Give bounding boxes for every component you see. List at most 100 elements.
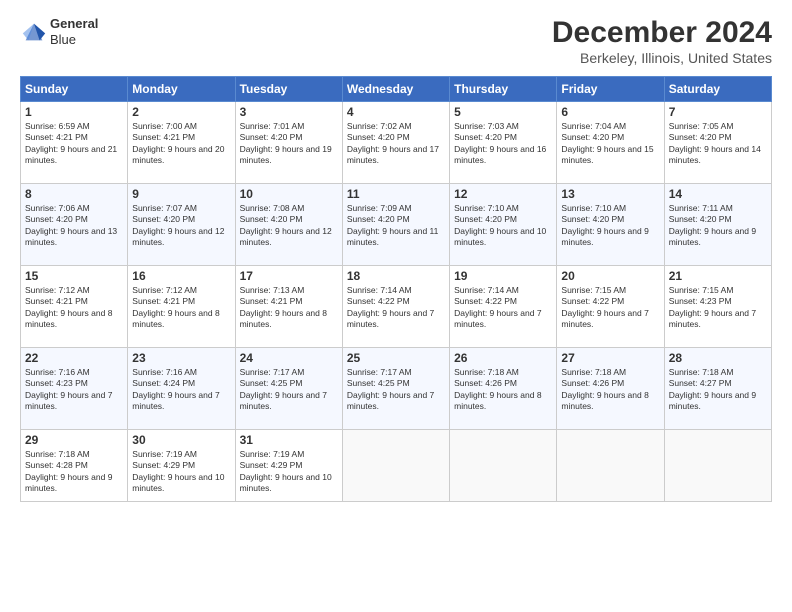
day-info: Sunrise: 7:02 AM Sunset: 4:20 PM Dayligh… <box>347 121 445 167</box>
day-number: 3 <box>240 105 338 119</box>
day-number: 6 <box>561 105 659 119</box>
table-row: 9 Sunrise: 7:07 AM Sunset: 4:20 PM Dayli… <box>128 184 235 266</box>
day-info: Sunrise: 7:06 AM Sunset: 4:20 PM Dayligh… <box>25 203 123 249</box>
table-row: 13 Sunrise: 7:10 AM Sunset: 4:20 PM Dayl… <box>557 184 664 266</box>
table-row: 22 Sunrise: 7:16 AM Sunset: 4:23 PM Dayl… <box>21 348 128 430</box>
day-info: Sunrise: 7:19 AM Sunset: 4:29 PM Dayligh… <box>240 449 338 495</box>
table-row: 21 Sunrise: 7:15 AM Sunset: 4:23 PM Dayl… <box>664 266 771 348</box>
logo-icon <box>20 18 48 46</box>
table-row: 26 Sunrise: 7:18 AM Sunset: 4:26 PM Dayl… <box>450 348 557 430</box>
page: General Blue December 2024 Berkeley, Ill… <box>0 0 792 612</box>
day-info: Sunrise: 7:18 AM Sunset: 4:27 PM Dayligh… <box>669 367 767 413</box>
table-row: 7 Sunrise: 7:05 AM Sunset: 4:20 PM Dayli… <box>664 102 771 184</box>
day-number: 4 <box>347 105 445 119</box>
col-tuesday: Tuesday <box>235 77 342 102</box>
table-row: 23 Sunrise: 7:16 AM Sunset: 4:24 PM Dayl… <box>128 348 235 430</box>
day-number: 10 <box>240 187 338 201</box>
day-number: 23 <box>132 351 230 365</box>
day-number: 19 <box>454 269 552 283</box>
col-wednesday: Wednesday <box>342 77 449 102</box>
day-number: 9 <box>132 187 230 201</box>
col-thursday: Thursday <box>450 77 557 102</box>
table-row: 2 Sunrise: 7:00 AM Sunset: 4:21 PM Dayli… <box>128 102 235 184</box>
title-block: December 2024 Berkeley, Illinois, United… <box>552 16 772 66</box>
table-row: 29 Sunrise: 7:18 AM Sunset: 4:28 PM Dayl… <box>21 430 128 502</box>
day-info: Sunrise: 7:18 AM Sunset: 4:28 PM Dayligh… <box>25 449 123 495</box>
day-number: 21 <box>669 269 767 283</box>
day-number: 31 <box>240 433 338 447</box>
day-info: Sunrise: 7:19 AM Sunset: 4:29 PM Dayligh… <box>132 449 230 495</box>
table-row: 12 Sunrise: 7:10 AM Sunset: 4:20 PM Dayl… <box>450 184 557 266</box>
day-number: 11 <box>347 187 445 201</box>
day-info: Sunrise: 7:10 AM Sunset: 4:20 PM Dayligh… <box>454 203 552 249</box>
day-info: Sunrise: 7:05 AM Sunset: 4:20 PM Dayligh… <box>669 121 767 167</box>
day-info: Sunrise: 7:13 AM Sunset: 4:21 PM Dayligh… <box>240 285 338 331</box>
day-number: 24 <box>240 351 338 365</box>
day-info: Sunrise: 7:10 AM Sunset: 4:20 PM Dayligh… <box>561 203 659 249</box>
day-info: Sunrise: 7:01 AM Sunset: 4:20 PM Dayligh… <box>240 121 338 167</box>
subtitle: Berkeley, Illinois, United States <box>552 50 772 66</box>
day-info: Sunrise: 7:18 AM Sunset: 4:26 PM Dayligh… <box>561 367 659 413</box>
table-row: 1 Sunrise: 6:59 AM Sunset: 4:21 PM Dayli… <box>21 102 128 184</box>
day-info: Sunrise: 6:59 AM Sunset: 4:21 PM Dayligh… <box>25 121 123 167</box>
day-number: 17 <box>240 269 338 283</box>
day-info: Sunrise: 7:12 AM Sunset: 4:21 PM Dayligh… <box>25 285 123 331</box>
day-number: 22 <box>25 351 123 365</box>
calendar-table: Sunday Monday Tuesday Wednesday Thursday… <box>20 76 772 502</box>
logo-blue: Blue <box>50 32 76 47</box>
day-info: Sunrise: 7:03 AM Sunset: 4:20 PM Dayligh… <box>454 121 552 167</box>
col-sunday: Sunday <box>21 77 128 102</box>
day-info: Sunrise: 7:15 AM Sunset: 4:22 PM Dayligh… <box>561 285 659 331</box>
table-row <box>342 430 449 502</box>
table-row: 30 Sunrise: 7:19 AM Sunset: 4:29 PM Dayl… <box>128 430 235 502</box>
table-row: 17 Sunrise: 7:13 AM Sunset: 4:21 PM Dayl… <box>235 266 342 348</box>
table-row <box>450 430 557 502</box>
table-row: 14 Sunrise: 7:11 AM Sunset: 4:20 PM Dayl… <box>664 184 771 266</box>
day-info: Sunrise: 7:14 AM Sunset: 4:22 PM Dayligh… <box>454 285 552 331</box>
day-number: 8 <box>25 187 123 201</box>
day-number: 30 <box>132 433 230 447</box>
day-number: 20 <box>561 269 659 283</box>
table-row: 6 Sunrise: 7:04 AM Sunset: 4:20 PM Dayli… <box>557 102 664 184</box>
day-info: Sunrise: 7:11 AM Sunset: 4:20 PM Dayligh… <box>669 203 767 249</box>
table-row: 27 Sunrise: 7:18 AM Sunset: 4:26 PM Dayl… <box>557 348 664 430</box>
day-info: Sunrise: 7:08 AM Sunset: 4:20 PM Dayligh… <box>240 203 338 249</box>
day-info: Sunrise: 7:15 AM Sunset: 4:23 PM Dayligh… <box>669 285 767 331</box>
header: General Blue December 2024 Berkeley, Ill… <box>20 16 772 66</box>
day-number: 14 <box>669 187 767 201</box>
day-info: Sunrise: 7:00 AM Sunset: 4:21 PM Dayligh… <box>132 121 230 167</box>
day-info: Sunrise: 7:18 AM Sunset: 4:26 PM Dayligh… <box>454 367 552 413</box>
day-number: 12 <box>454 187 552 201</box>
logo: General Blue <box>20 16 98 47</box>
day-info: Sunrise: 7:07 AM Sunset: 4:20 PM Dayligh… <box>132 203 230 249</box>
day-number: 28 <box>669 351 767 365</box>
col-saturday: Saturday <box>664 77 771 102</box>
table-row: 20 Sunrise: 7:15 AM Sunset: 4:22 PM Dayl… <box>557 266 664 348</box>
day-number: 13 <box>561 187 659 201</box>
day-info: Sunrise: 7:12 AM Sunset: 4:21 PM Dayligh… <box>132 285 230 331</box>
day-info: Sunrise: 7:16 AM Sunset: 4:24 PM Dayligh… <box>132 367 230 413</box>
table-row: 4 Sunrise: 7:02 AM Sunset: 4:20 PM Dayli… <box>342 102 449 184</box>
table-row: 16 Sunrise: 7:12 AM Sunset: 4:21 PM Dayl… <box>128 266 235 348</box>
day-info: Sunrise: 7:17 AM Sunset: 4:25 PM Dayligh… <box>240 367 338 413</box>
day-info: Sunrise: 7:09 AM Sunset: 4:20 PM Dayligh… <box>347 203 445 249</box>
day-number: 16 <box>132 269 230 283</box>
day-number: 7 <box>669 105 767 119</box>
col-monday: Monday <box>128 77 235 102</box>
table-row: 18 Sunrise: 7:14 AM Sunset: 4:22 PM Dayl… <box>342 266 449 348</box>
table-row: 28 Sunrise: 7:18 AM Sunset: 4:27 PM Dayl… <box>664 348 771 430</box>
main-title: December 2024 <box>552 16 772 50</box>
table-row: 31 Sunrise: 7:19 AM Sunset: 4:29 PM Dayl… <box>235 430 342 502</box>
col-friday: Friday <box>557 77 664 102</box>
table-row: 3 Sunrise: 7:01 AM Sunset: 4:20 PM Dayli… <box>235 102 342 184</box>
day-number: 26 <box>454 351 552 365</box>
table-row: 11 Sunrise: 7:09 AM Sunset: 4:20 PM Dayl… <box>342 184 449 266</box>
day-number: 18 <box>347 269 445 283</box>
day-info: Sunrise: 7:16 AM Sunset: 4:23 PM Dayligh… <box>25 367 123 413</box>
day-number: 5 <box>454 105 552 119</box>
day-number: 29 <box>25 433 123 447</box>
table-row: 8 Sunrise: 7:06 AM Sunset: 4:20 PM Dayli… <box>21 184 128 266</box>
header-row: Sunday Monday Tuesday Wednesday Thursday… <box>21 77 772 102</box>
table-row: 19 Sunrise: 7:14 AM Sunset: 4:22 PM Dayl… <box>450 266 557 348</box>
logo-text: General Blue <box>50 16 98 47</box>
